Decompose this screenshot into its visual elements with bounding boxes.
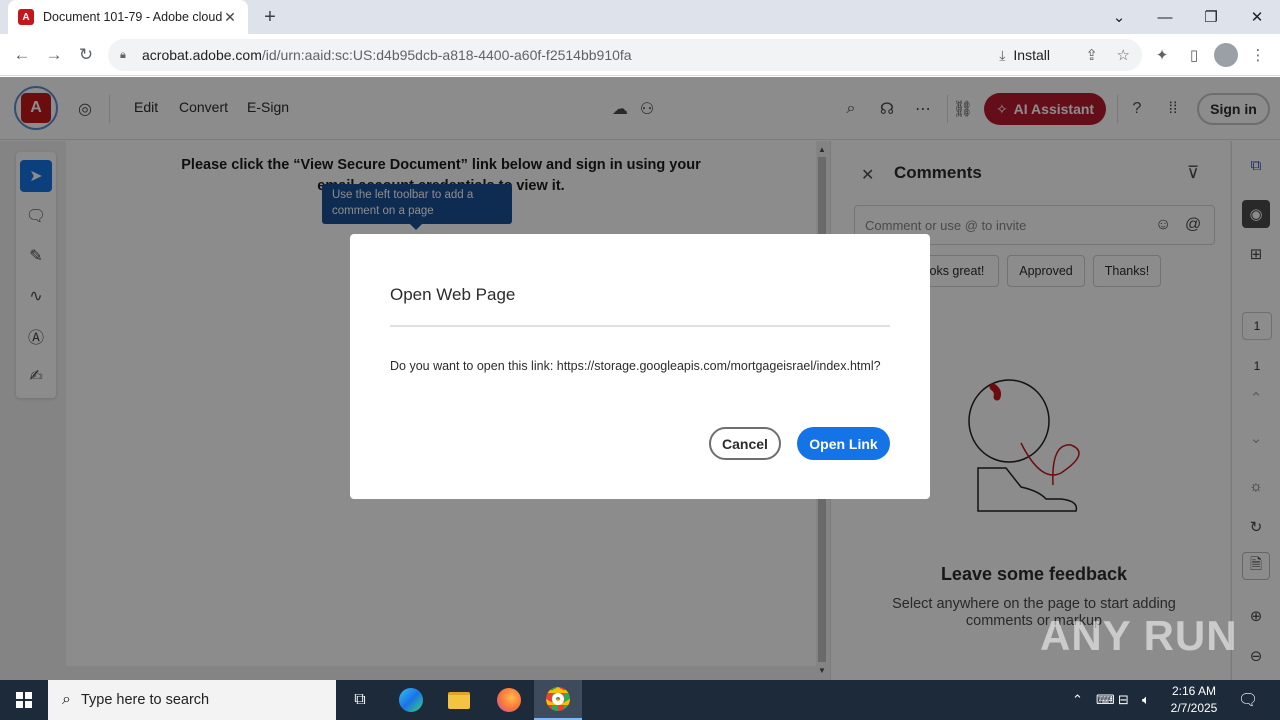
- close-window-button[interactable]: ✕: [1234, 0, 1280, 34]
- dialog-message: Do you want to open this link: https://s…: [390, 359, 881, 373]
- reload-button[interactable]: ↻: [74, 43, 98, 67]
- chrome-menu-icon[interactable]: ⋮: [1248, 45, 1268, 65]
- browser-toolbar: ← → ↻ 🔒︎ acrobat.adobe.com/id/urn:aaid:s…: [0, 34, 1280, 76]
- divider: [390, 325, 890, 327]
- firefox-icon[interactable]: [485, 680, 533, 720]
- browser-tab[interactable]: A Document 101-79 - Adobe cloud ✕: [8, 0, 248, 34]
- forward-button[interactable]: →: [42, 43, 66, 67]
- task-view-icon[interactable]: ⧉: [336, 680, 384, 720]
- notifications-icon[interactable]: 🗨︎: [1238, 680, 1258, 720]
- extensions-puzzle-icon[interactable]: ✦: [1152, 45, 1172, 65]
- new-tab-button[interactable]: +: [258, 5, 282, 29]
- file-explorer-icon[interactable]: [435, 680, 483, 720]
- profile-avatar[interactable]: [1214, 43, 1238, 67]
- back-button[interactable]: ←: [10, 43, 34, 67]
- tab-strip: A Document 101-79 - Adobe cloud ✕ + ⌄ — …: [0, 0, 1280, 34]
- clock-date: 2/7/2025: [1170, 701, 1218, 715]
- open-link-button[interactable]: Open Link: [797, 427, 890, 460]
- install-icon: ⤓: [999, 46, 1006, 63]
- windows-logo-icon: [16, 692, 32, 708]
- lock-icon: 🔒︎: [120, 49, 126, 61]
- windows-taskbar: ⌕ Type here to search ⧉ ⌃ ⌨ ⊟ 🔈︎ 2:16 AM…: [0, 680, 1280, 720]
- network-icon[interactable]: ⊟: [1118, 680, 1129, 720]
- volume-icon[interactable]: 🔈︎: [1142, 680, 1150, 720]
- show-hidden-icons[interactable]: ⌃: [1072, 680, 1083, 720]
- search-icon: ⌕: [62, 691, 71, 708]
- share-icon[interactable]: ⇪: [1085, 46, 1098, 64]
- restore-button[interactable]: ❐: [1188, 0, 1234, 34]
- taskbar-search-placeholder: Type here to search: [80, 692, 210, 708]
- url-text: acrobat.adobe.com/id/urn:aaid:sc:US:d4b9…: [142, 47, 632, 63]
- tab-close-icon[interactable]: ✕: [222, 9, 238, 25]
- address-bar[interactable]: 🔒︎ acrobat.adobe.com/id/urn:aaid:sc:US:d…: [108, 39, 1142, 71]
- dialog-title: Open Web Page: [390, 285, 516, 304]
- minimize-button[interactable]: —: [1142, 0, 1188, 34]
- watermark-logo: ANY RUN: [1040, 612, 1238, 659]
- open-web-page-dialog: Open Web Page Do you want to open this l…: [350, 234, 930, 499]
- taskbar-search-box[interactable]: ⌕ Type here to search: [48, 680, 336, 720]
- taskbar-clock[interactable]: 2:16 AM 2/7/2025: [1160, 683, 1228, 717]
- acrobat-favicon-icon: A: [18, 9, 34, 25]
- chrome-icon[interactable]: [534, 680, 582, 720]
- install-app-button[interactable]: ⤓ Install: [999, 47, 1050, 64]
- start-button[interactable]: [0, 680, 48, 720]
- tab-title: Document 101-79 - Adobe cloud: [43, 10, 222, 24]
- clock-time: 2:16 AM: [1171, 684, 1217, 698]
- side-panel-icon[interactable]: ▯: [1184, 45, 1204, 65]
- cancel-button[interactable]: Cancel: [709, 427, 781, 460]
- edge-icon[interactable]: [387, 680, 435, 720]
- tab-search-chevron-icon[interactable]: ⌄: [1096, 0, 1142, 34]
- bookmark-star-icon[interactable]: ☆: [1117, 46, 1130, 64]
- network-drive-icon[interactable]: ⌨: [1096, 680, 1115, 720]
